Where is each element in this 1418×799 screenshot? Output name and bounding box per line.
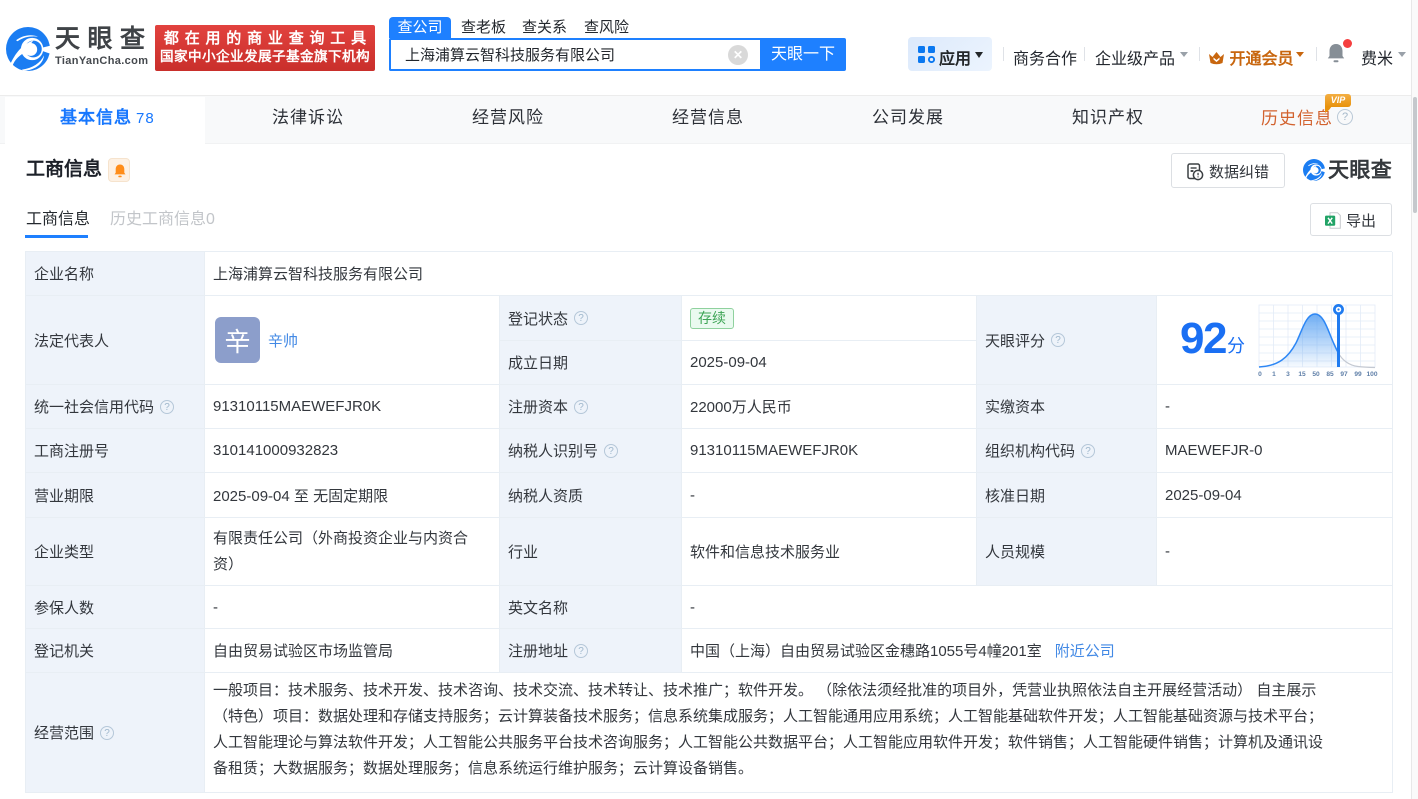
svg-text:97: 97 (1340, 371, 1348, 378)
svg-text:99: 99 (1354, 371, 1362, 378)
svg-text:15: 15 (1298, 371, 1306, 378)
svg-text:1: 1 (1272, 371, 1276, 378)
svg-text:50: 50 (1312, 371, 1320, 378)
svg-text:3: 3 (1286, 371, 1290, 378)
svg-text:0: 0 (1258, 371, 1262, 378)
svg-text:85: 85 (1326, 371, 1334, 378)
svg-text:100: 100 (1366, 371, 1377, 378)
